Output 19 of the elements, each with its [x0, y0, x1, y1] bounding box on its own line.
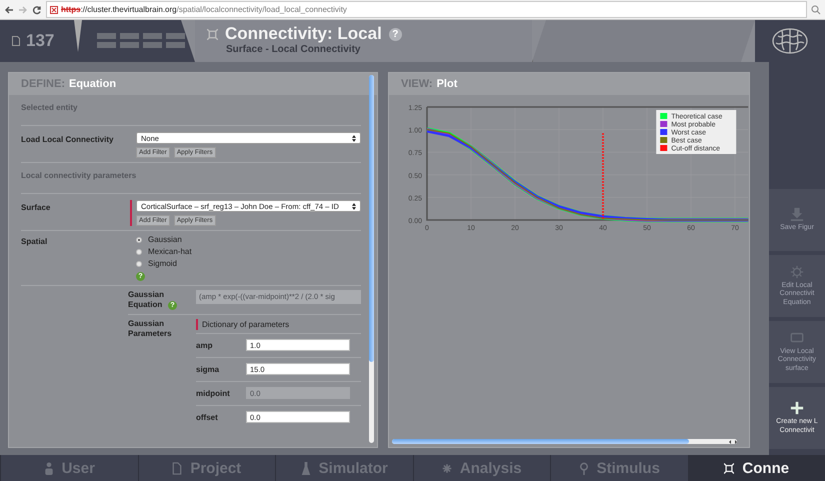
parameter-label: midpoint	[196, 388, 231, 398]
url-host: ://cluster.thevirtualbrain.org	[80, 5, 177, 14]
field-label: Load Local Connectivity	[21, 134, 114, 146]
field-label: Spatial	[21, 236, 48, 248]
parameter-label: sigma	[196, 364, 220, 374]
section-heading: Selected entity	[21, 95, 361, 126]
field-label: Gaussian Equation	[128, 290, 164, 310]
parameter-label: offset	[196, 412, 219, 422]
url-path: /spatial/localconnectivity/load_local_connectivity	[176, 5, 347, 14]
page-title: Connectivity: Local	[225, 24, 382, 44]
panel-title: Plot	[436, 78, 458, 90]
page-subtitle: Surface - Local Connectivity	[226, 44, 362, 55]
panel-title: Equation	[69, 78, 116, 90]
field-label: Surface	[21, 202, 52, 214]
field-label: Gaussian Parameters	[128, 319, 173, 339]
section-heading: Local connectivity parameters	[21, 163, 361, 194]
url-scheme: https	[61, 5, 81, 14]
parameter-label: amp	[196, 340, 214, 350]
parameters-description: Dictionary of parameters	[196, 319, 361, 330]
